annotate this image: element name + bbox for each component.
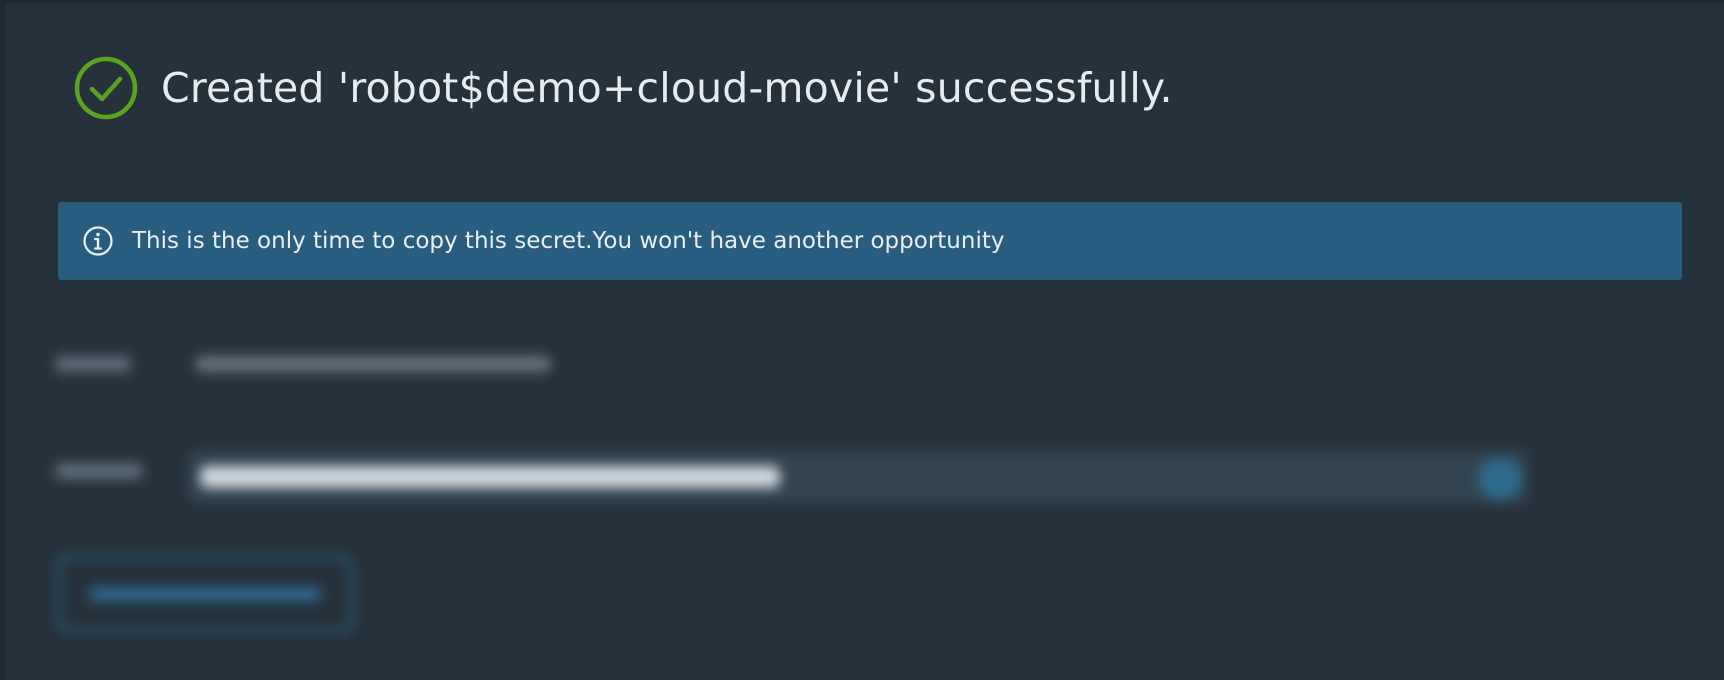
info-alert: This is the only time to copy this secre… <box>58 202 1682 280</box>
alert-message: This is the only time to copy this secre… <box>132 228 1005 254</box>
secret-field[interactable] <box>188 451 1528 503</box>
dialog-header: Created 'robot$demo+cloud-movie' success… <box>73 55 1173 121</box>
name-label <box>55 349 131 377</box>
copy-icon[interactable] <box>1478 457 1522 501</box>
dialog-title: Created 'robot$demo+cloud-movie' success… <box>161 64 1173 112</box>
name-row <box>5 349 1724 409</box>
name-value <box>195 349 551 377</box>
check-circle-icon <box>73 55 139 121</box>
secret-value <box>200 461 780 491</box>
export-to-file-button[interactable] <box>57 556 353 632</box>
blurred-credentials-section <box>5 319 1724 680</box>
secret-label <box>55 456 143 484</box>
info-circle-icon <box>82 225 114 257</box>
robot-created-dialog: Created 'robot$demo+cloud-movie' success… <box>5 3 1724 680</box>
